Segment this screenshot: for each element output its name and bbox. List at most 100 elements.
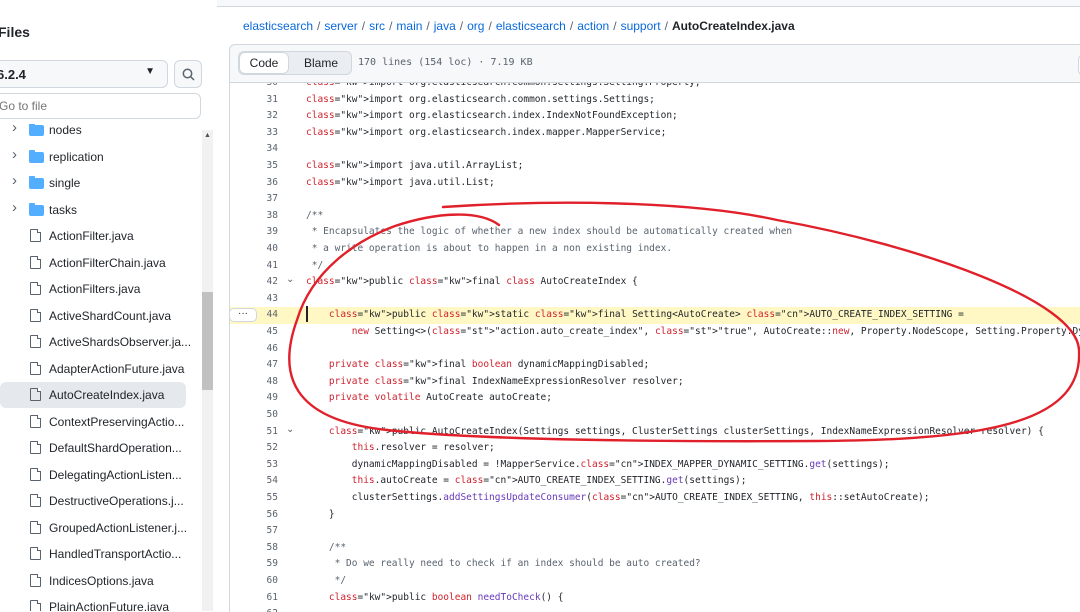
code-line[interactable]: 47 private class="kw">final boolean dyna… (230, 357, 1080, 374)
code-line[interactable]: 36 class="kw">import java.util.List; (230, 175, 1080, 192)
go-to-file-field[interactable] (0, 93, 201, 119)
tree-file-item[interactable]: ActiveShardCount.java (0, 303, 186, 329)
line-number[interactable]: 60 (230, 575, 278, 586)
code-line[interactable]: 55 clusterSettings.addSettingsUpdateCons… (230, 490, 1080, 507)
line-number[interactable]: 55 (230, 492, 278, 503)
line-number[interactable]: 51 (230, 426, 278, 437)
breadcrumb-link[interactable]: src (369, 19, 385, 33)
chevron-right-icon[interactable]: › (12, 199, 17, 216)
chevron-right-icon[interactable]: › (12, 124, 17, 136)
line-number[interactable]: 52 (230, 442, 278, 453)
line-number[interactable]: 49 (230, 392, 278, 403)
code-line[interactable]: 43 (230, 291, 1080, 308)
go-to-file-input[interactable] (0, 99, 179, 113)
code-line[interactable]: 32 class="kw">import org.elasticsearch.in… (230, 108, 1080, 125)
line-number[interactable]: 50 (230, 409, 278, 420)
code-line[interactable]: 58 /** (230, 540, 1080, 557)
line-number[interactable]: 61 (230, 592, 278, 603)
tree-file-item[interactable]: DelegatingActionListen... (0, 462, 186, 488)
tab-blame[interactable]: Blame (293, 52, 349, 74)
code-line[interactable]: 35 class="kw">import java.util.ArrayList; (230, 158, 1080, 175)
code-line[interactable]: 38 /** (230, 208, 1080, 225)
code-line[interactable]: 51 ⌄ class="kw">public AutoCreateIndex(Se… (230, 424, 1080, 441)
line-number[interactable]: 53 (230, 459, 278, 470)
search-button[interactable] (174, 60, 202, 88)
line-number[interactable]: 48 (230, 376, 278, 387)
code-line[interactable]: 60 */ (230, 573, 1080, 590)
line-number[interactable]: 40 (230, 243, 278, 254)
code-line[interactable]: 45 new Setting<>(class="st">"action.auto… (230, 324, 1080, 341)
tab-code[interactable]: Code (239, 52, 289, 74)
tree-file-item[interactable]: DestructiveOperations.j... (0, 488, 186, 514)
breadcrumb-link[interactable]: elasticsearch (496, 19, 566, 33)
line-number[interactable]: 37 (230, 193, 278, 204)
line-number[interactable]: 43 (230, 293, 278, 304)
tree-folder-item[interactable]: › replication (0, 144, 186, 170)
fold-chevron-icon[interactable]: ⌄ (286, 424, 294, 435)
code-line[interactable]: 34 (230, 141, 1080, 158)
code-line[interactable]: 42 ⌄ class="kw">public class="kw">final cl… (230, 274, 1080, 291)
breadcrumb-link[interactable]: elasticsearch (243, 19, 313, 33)
breadcrumb-link[interactable]: org (467, 19, 484, 33)
scroll-up-icon[interactable]: ▲ (204, 132, 211, 139)
code-line[interactable]: 52 this.resolver = resolver; (230, 440, 1080, 457)
code-line[interactable]: 41 */ (230, 258, 1080, 275)
tree-file-item[interactable]: ActionFilters.java (0, 276, 186, 302)
breadcrumb-link[interactable]: action (577, 19, 609, 33)
code-line[interactable]: 61 class="kw">public boolean needToCheck… (230, 590, 1080, 607)
line-number[interactable]: 47 (230, 359, 278, 370)
code-line[interactable]: 49 private volatile AutoCreate autoCreat… (230, 390, 1080, 407)
tree-file-item[interactable]: IndicesOptions.java (0, 568, 186, 594)
line-number[interactable]: 32 (230, 110, 278, 121)
tree-file-item[interactable]: ActionFilterChain.java (0, 250, 186, 276)
line-number[interactable]: 31 (230, 94, 278, 105)
code-line[interactable]: 57 (230, 523, 1080, 540)
line-number[interactable]: 34 (230, 143, 278, 154)
sidebar-scrollbar-thumb[interactable] (202, 292, 213, 390)
tree-file-item[interactable]: HandledTransportActio... (0, 541, 186, 567)
branch-selector[interactable]: 6.2.4 ▼ (0, 60, 168, 88)
line-number[interactable]: 39 (230, 226, 278, 237)
line-number[interactable]: 57 (230, 525, 278, 536)
code-line[interactable]: 30 class="kw">import org.elasticsearch.co… (230, 83, 1080, 92)
tree-file-item[interactable]: DefaultShardOperation... (0, 435, 186, 461)
tree-file-item[interactable]: AdapterActionFuture.java (0, 356, 186, 382)
code-line[interactable]: 54 this.autoCreate = class="cn">AUTO_CRE… (230, 473, 1080, 490)
code-line[interactable]: 37 (230, 191, 1080, 208)
tree-folder-item[interactable]: › nodes (0, 124, 186, 143)
code-line[interactable]: 56 } (230, 507, 1080, 524)
code-line[interactable]: 48 private class="kw">final IndexNameExp… (230, 374, 1080, 391)
tree-file-item[interactable]: ContextPreservingActio... (0, 409, 186, 435)
line-number[interactable]: 62 (230, 608, 278, 612)
code-line[interactable]: 31 class="kw">import org.elasticsearch.co… (230, 92, 1080, 109)
tree-file-item[interactable]: GroupedActionListener.j... (0, 515, 187, 541)
code-viewer[interactable]: 30 class="kw">import org.elasticsearch.co… (229, 82, 1080, 612)
tree-file-item[interactable]: ActionFilter.java (0, 223, 186, 249)
chevron-right-icon[interactable]: › (12, 146, 17, 163)
code-line[interactable]: 44 class="kw">public class="kw">static c… (230, 307, 1080, 324)
fold-chevron-icon[interactable]: ⌄ (286, 274, 294, 285)
line-number[interactable]: 35 (230, 160, 278, 171)
line-number[interactable]: 54 (230, 475, 278, 486)
code-line[interactable]: 50 (230, 407, 1080, 424)
tree-folder-item[interactable]: › tasks (0, 197, 186, 223)
code-line[interactable]: 39 * Encapsulates the logic of whether a… (230, 224, 1080, 241)
code-line[interactable]: 62 ... (230, 606, 1080, 612)
line-number[interactable]: 36 (230, 177, 278, 188)
line-number[interactable]: 59 (230, 558, 278, 569)
line-number[interactable]: 42 (230, 276, 278, 287)
code-line[interactable]: 53 dynamicMappingDisabled = !MapperServi… (230, 457, 1080, 474)
line-number[interactable]: 30 (230, 83, 278, 88)
line-number[interactable]: 46 (230, 343, 278, 354)
code-line[interactable]: 40 * a write operation is about to happe… (230, 241, 1080, 258)
code-line[interactable]: 46 (230, 341, 1080, 358)
line-actions-button[interactable]: ··· (229, 308, 257, 322)
line-number[interactable]: 38 (230, 210, 278, 221)
breadcrumb-link[interactable]: main (396, 19, 422, 33)
code-line[interactable]: 59 * Do we really need to check if an in… (230, 556, 1080, 573)
code-line[interactable]: 33 class="kw">import org.elasticsearch.in… (230, 125, 1080, 142)
line-number[interactable]: 41 (230, 260, 278, 271)
line-number[interactable]: 33 (230, 127, 278, 138)
tree-file-item[interactable]: AutoCreateIndex.java (0, 382, 186, 408)
line-number[interactable]: 56 (230, 509, 278, 520)
